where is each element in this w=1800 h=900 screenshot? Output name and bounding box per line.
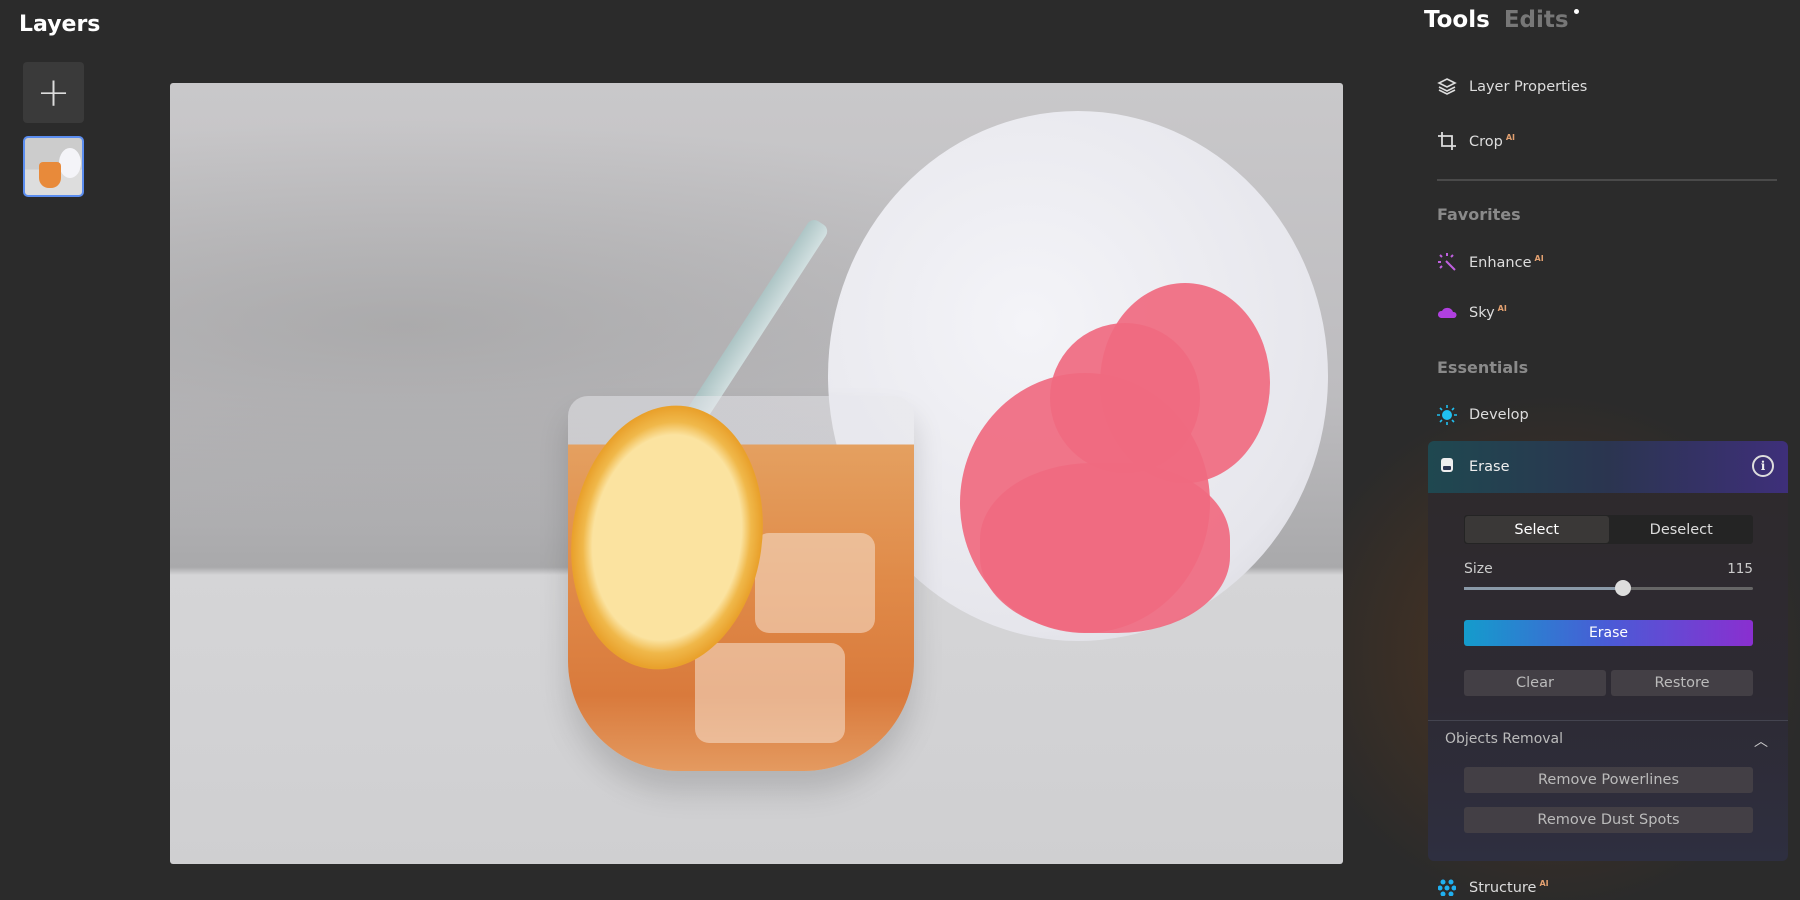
tool-structure[interactable]: Structure AI xyxy=(1437,877,1549,897)
essentials-heading: Essentials xyxy=(1437,358,1529,377)
size-value: 115 xyxy=(1727,561,1753,577)
slider-thumb[interactable] xyxy=(1614,580,1631,596)
info-icon[interactable]: i xyxy=(1752,455,1774,477)
crop-icon xyxy=(1437,131,1457,151)
select-deselect-toggle: Select Deselect xyxy=(1464,515,1753,544)
image-canvas[interactable] xyxy=(170,83,1343,864)
eraser-icon xyxy=(1440,457,1454,477)
tab-edits[interactable]: Edits xyxy=(1504,7,1579,33)
tool-enhance[interactable]: Enhance AI xyxy=(1437,252,1544,272)
layers-title: Layers xyxy=(19,12,101,37)
erase-button[interactable]: Erase xyxy=(1464,620,1753,646)
chevron-up-icon[interactable]: ︿ xyxy=(1754,731,1768,751)
divider xyxy=(1428,720,1788,721)
panel-tabs: Tools Edits xyxy=(1424,7,1579,33)
layer-thumbnail[interactable] xyxy=(23,136,84,197)
plus-icon: + xyxy=(36,69,71,116)
cloud-icon xyxy=(1437,302,1457,322)
structure-icon xyxy=(1437,877,1457,897)
tool-crop[interactable]: Crop AI xyxy=(1437,131,1515,151)
erase-panel: Erase i Select Deselect Size 115 Erase C… xyxy=(1428,441,1788,861)
size-slider[interactable] xyxy=(1464,580,1753,596)
add-layer-button[interactable]: + xyxy=(23,62,84,123)
remove-dust-spots-button[interactable]: Remove Dust Spots xyxy=(1464,807,1753,833)
sun-icon xyxy=(1437,405,1457,425)
divider xyxy=(1437,179,1777,181)
layers-icon xyxy=(1437,77,1457,97)
restore-button[interactable]: Restore xyxy=(1611,670,1753,696)
select-button[interactable]: Select xyxy=(1465,516,1609,543)
remove-powerlines-button[interactable]: Remove Powerlines xyxy=(1464,767,1753,793)
tool-layer-properties[interactable]: Layer Properties xyxy=(1437,77,1587,97)
unsaved-dot xyxy=(1573,9,1579,14)
clear-button[interactable]: Clear xyxy=(1464,670,1606,696)
favorites-heading: Favorites xyxy=(1437,205,1521,224)
erase-header[interactable]: Erase i xyxy=(1428,441,1788,493)
magic-wand-icon xyxy=(1437,252,1457,272)
tab-tools[interactable]: Tools xyxy=(1424,7,1490,33)
deselect-button[interactable]: Deselect xyxy=(1610,515,1754,544)
tool-develop[interactable]: Develop xyxy=(1437,405,1529,425)
objects-removal-heading[interactable]: Objects Removal xyxy=(1445,731,1563,747)
size-label: Size xyxy=(1464,561,1493,577)
tool-sky[interactable]: Sky AI xyxy=(1437,302,1507,322)
